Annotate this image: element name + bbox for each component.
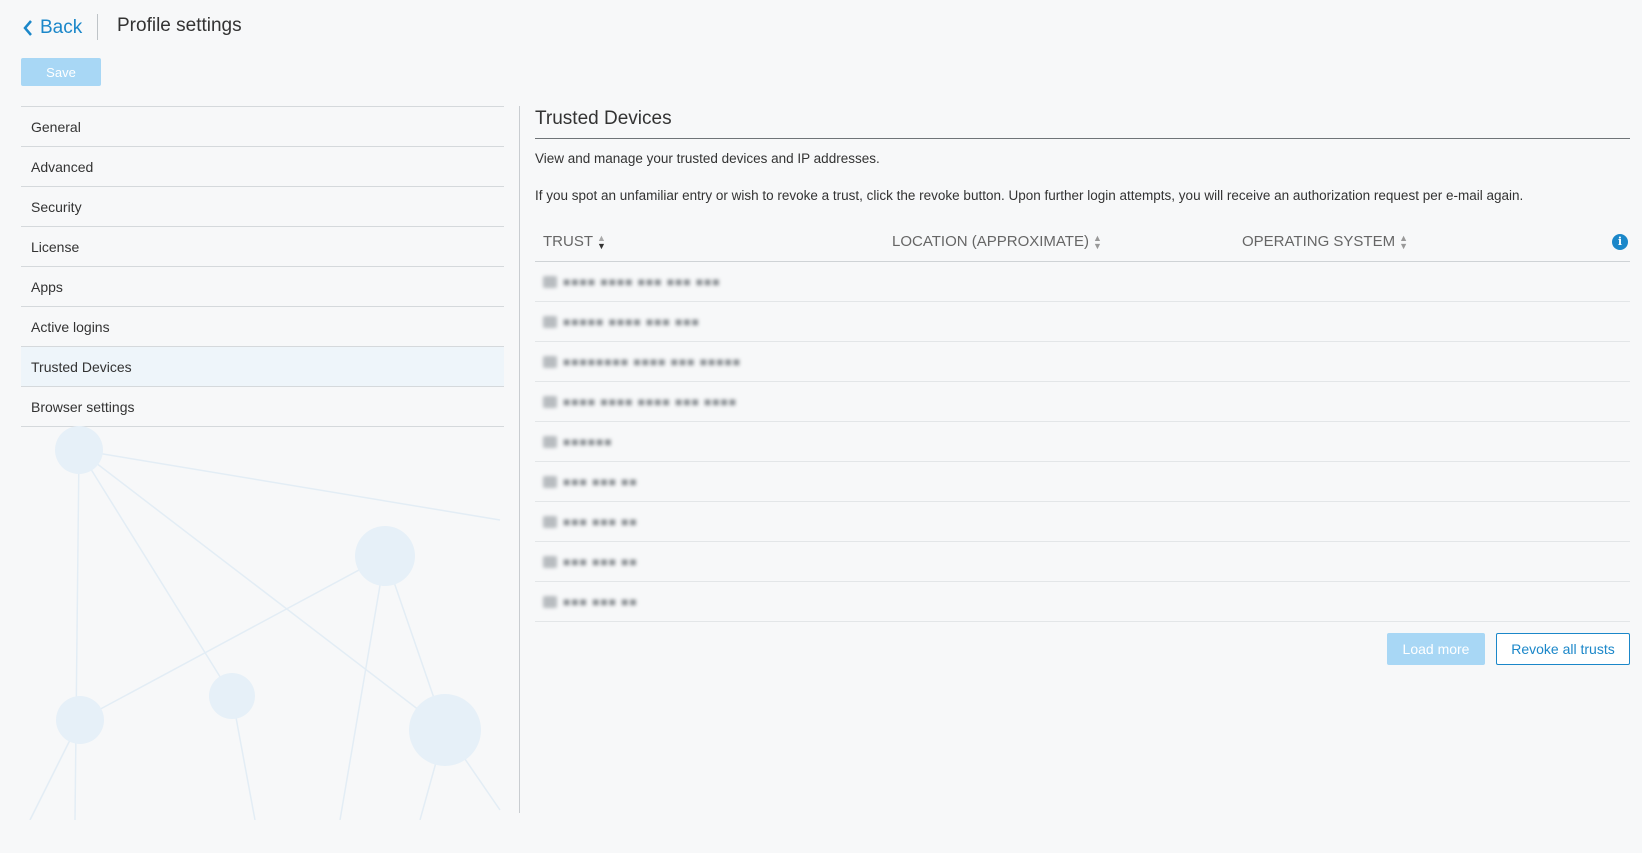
trust-cell: ■■■■■■ [543,435,613,449]
save-button[interactable]: Save [21,58,101,86]
sidebar-item-active-logins[interactable]: Active logins [21,307,504,347]
table-row[interactable]: ■■■ ■■■ ■■ [535,502,1630,542]
section-title: Trusted Devices [535,106,1630,139]
trust-cell: ■■■ ■■■ ■■ [543,475,638,489]
back-link[interactable]: Back [22,14,82,42]
header-divider [97,14,98,40]
trust-value: ■■■ ■■■ ■■ [563,514,638,529]
sidebar-list: General Advanced Security License Apps A… [21,106,504,427]
trust-value: ■■■ ■■■ ■■ [563,554,638,569]
device-icon [543,515,557,528]
column-header-operating-system[interactable]: OPERATING SYSTEM ▲ ▼ [1242,233,1408,250]
table-row[interactable]: ■■■■ ■■■■ ■■■■ ■■■ ■■■■ [535,382,1630,422]
trust-value: ■■■■ ■■■■ ■■■■ ■■■ ■■■■ [563,394,738,409]
trust-value: ■■■■ ■■■■ ■■■ ■■■ ■■■ [563,274,721,289]
sidebar-item-general[interactable]: General [21,107,504,147]
table-row[interactable]: ■■■■■ ■■■■ ■■■ ■■■ [535,302,1630,342]
column-header-location[interactable]: LOCATION (APPROXIMATE) ▲ ▼ [892,233,1102,250]
trust-cell: ■■■■ ■■■■ ■■■■ ■■■ ■■■■ [543,395,737,409]
chevron-left-icon [23,20,32,36]
sort-icon: ▲ ▼ [1092,232,1102,251]
top-bar: Back Profile settings [0,0,1642,56]
sort-desc-icon: ▲ ▼ [597,232,606,251]
table-actions: Load more Revoke all trusts [535,633,1630,665]
trust-cell: ■■■■ ■■■■ ■■■ ■■■ ■■■ [543,275,721,289]
back-label: Back [40,17,83,38]
column-label: LOCATION (APPROXIMATE) [892,233,1089,250]
sidebar-item-trusted-devices[interactable]: Trusted Devices [21,347,504,387]
device-icon [543,595,557,608]
trust-cell: ■■■ ■■■ ■■ [543,515,638,529]
device-icon [543,555,557,568]
settings-sidebar: General Advanced Security License Apps A… [21,106,504,427]
table-row[interactable]: ■■■ ■■■ ■■ [535,582,1630,622]
sidebar-item-license[interactable]: License [21,227,504,267]
trust-value: ■■■■■ ■■■■ ■■■ ■■■ [563,314,700,329]
load-more-button[interactable]: Load more [1387,633,1485,665]
content-divider [519,106,520,813]
trust-value: ■■■■■■ [563,434,613,449]
device-icon [543,435,557,448]
device-icon [543,315,557,328]
table-row[interactable]: ■■■■ ■■■■ ■■■ ■■■ ■■■ [535,262,1630,302]
section-description: View and manage your trusted devices and… [535,151,880,166]
table-row[interactable]: ■■■■■■■■ ■■■■ ■■■ ■■■■■ [535,342,1630,382]
device-icon [543,395,557,408]
section-note: If you spot an unfamiliar entry or wish … [535,188,1524,203]
page-title: Profile settings [117,15,242,36]
table-row[interactable]: ■■■ ■■■ ■■ [535,542,1630,582]
trust-value: ■■■ ■■■ ■■ [563,594,638,609]
column-header-trust[interactable]: TRUST ▲ ▼ [543,233,606,250]
sidebar-item-security[interactable]: Security [21,187,504,227]
column-label: OPERATING SYSTEM [1242,233,1396,250]
network-decoration [29,426,501,820]
trust-value: ■■■■■■■■ ■■■■ ■■■ ■■■■■ [563,354,741,369]
sidebar-item-apps[interactable]: Apps [21,267,504,307]
trusted-devices-table: TRUST ▲ ▼ LOCATION (APPROXIMATE) ▲ ▼ OPERA… [535,223,1630,622]
table-header: TRUST ▲ ▼ LOCATION (APPROXIMATE) ▲ ▼ OPERA… [535,223,1630,262]
sort-icon: ▲ ▼ [1399,232,1408,251]
device-icon [543,355,557,368]
info-icon[interactable]: i [1612,234,1628,250]
table-row[interactable]: ■■■ ■■■ ■■ [535,462,1630,502]
device-icon [543,475,557,488]
sidebar-item-advanced[interactable]: Advanced [21,147,504,187]
trust-cell: ■■■■■ ■■■■ ■■■ ■■■ [543,315,700,329]
trust-cell: ■■■■■■■■ ■■■■ ■■■ ■■■■■ [543,355,741,369]
trusted-devices-panel: Trusted Devices View and manage your tru… [535,106,1630,622]
trust-cell: ■■■ ■■■ ■■ [543,595,638,609]
table-row[interactable]: ■■■■■■ [535,422,1630,462]
revoke-all-trusts-button[interactable]: Revoke all trusts [1496,633,1630,665]
device-icon [543,275,557,288]
trust-value: ■■■ ■■■ ■■ [563,474,638,489]
column-label: TRUST [543,233,593,250]
trust-cell: ■■■ ■■■ ■■ [543,555,638,569]
